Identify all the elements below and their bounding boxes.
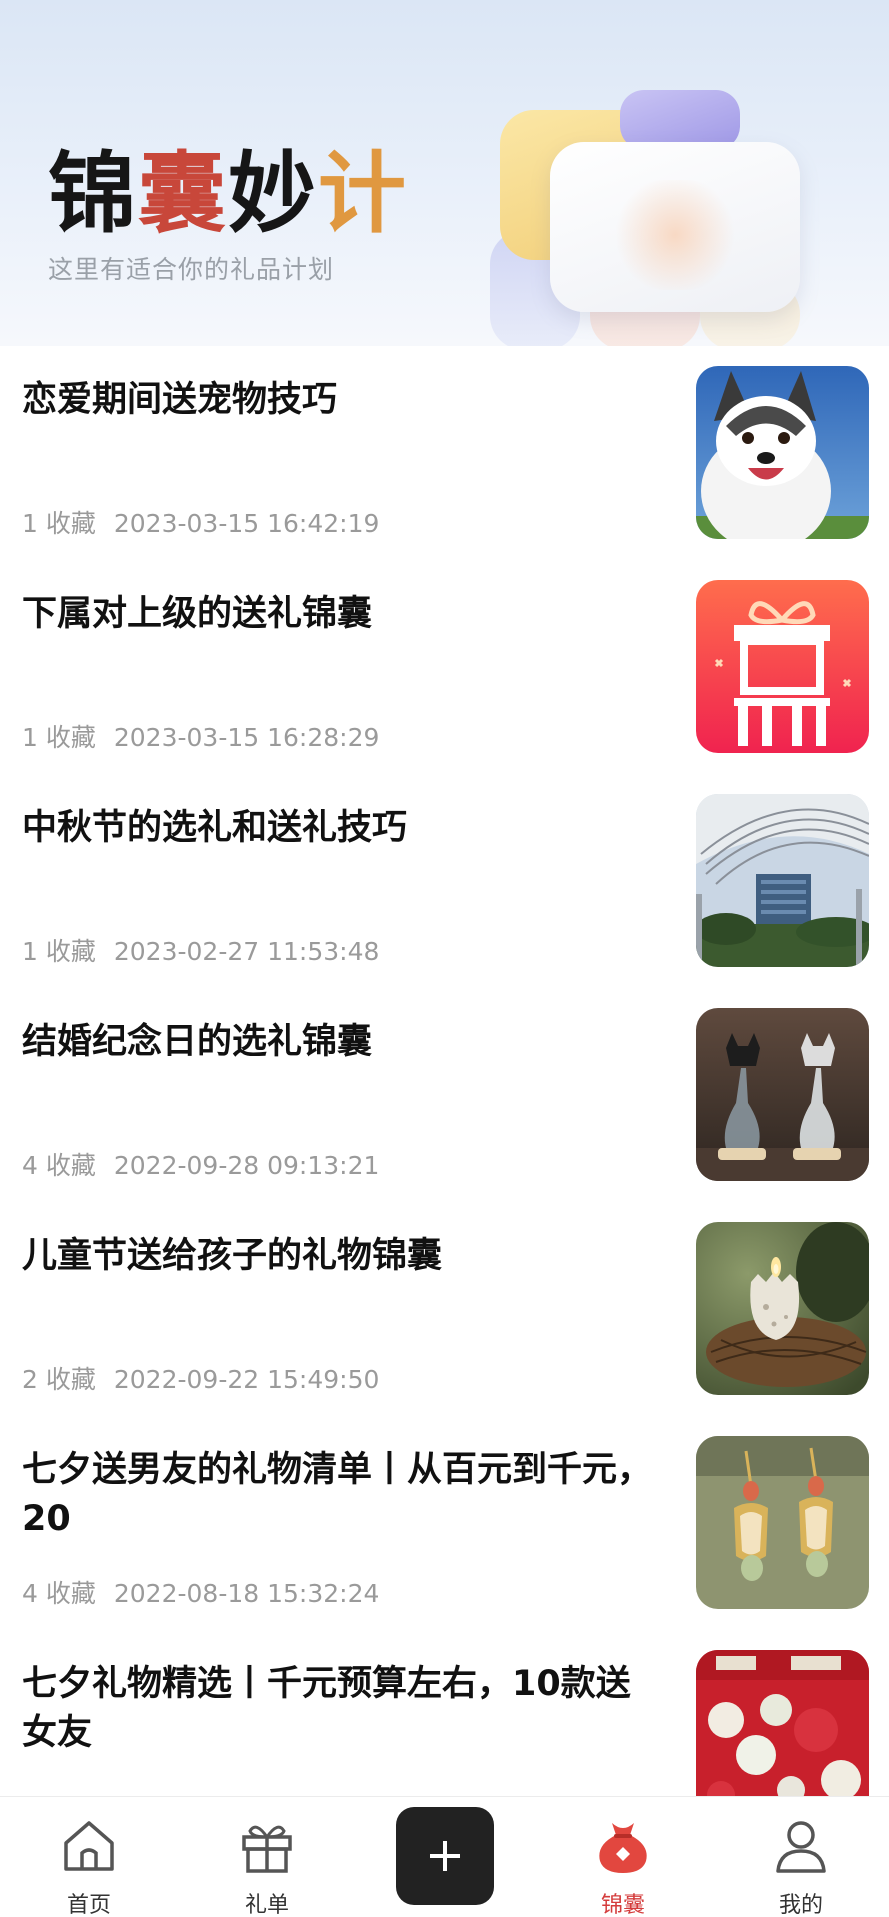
item-time: 2023-03-15 16:28:29: [113, 723, 380, 752]
item-title: 七夕送男友的礼物清单丨从百元到千元，20: [22, 1450, 653, 1539]
item-time: 2022-08-18 15:32:24: [113, 1579, 380, 1608]
add-button[interactable]: [396, 1807, 494, 1905]
banner-cube-illustration: [490, 90, 820, 346]
item-meta: 4 收藏 2022-08-18 15:32:24: [22, 1574, 379, 1610]
list-item[interactable]: 七夕送男友的礼物清单丨从百元到千元，20 4 收藏 2022-08-18 15:3…: [0, 1416, 889, 1630]
tab-jinnang[interactable]: 锦囊: [563, 1815, 683, 1917]
item-meta: 1 收藏 2023-03-15 16:42:19: [22, 504, 379, 540]
item-favorites: 1 收藏: [22, 723, 96, 752]
red-gift-box-icon: [696, 580, 869, 753]
red-gift-packaging-image: [696, 1650, 869, 1796]
building-canopy-image: [696, 794, 869, 967]
banner-title-char-3: 妙: [228, 142, 319, 245]
list-item[interactable]: 下属对上级的送礼锦囊 1 收藏 2023-03-15 16:28:29: [0, 560, 889, 774]
item-time: 2023-02-27 11:53:48: [113, 937, 380, 966]
item-title: 恋爱期间送宠物技巧: [22, 380, 338, 420]
tab-jinnang-label: 锦囊: [600, 1893, 645, 1917]
item-thumbnail[interactable]: [696, 794, 869, 967]
item-meta: 2 收藏 2022-09-22 15:49:50: [22, 1360, 379, 1396]
item-thumbnail[interactable]: [696, 366, 869, 539]
item-title: 七夕礼物精选丨千元预算左右，10款送女友: [22, 1664, 631, 1753]
list-item[interactable]: 七夕礼物精选丨千元预算左右，10款送女友: [0, 1630, 889, 1796]
item-thumbnail[interactable]: [696, 1008, 869, 1181]
item-title: 下属对上级的送礼锦囊: [22, 594, 373, 634]
item-thumbnail[interactable]: [696, 580, 869, 753]
list-item[interactable]: 中秋节的选礼和送礼技巧 1 收藏 2023-02-27 11:53:48: [0, 774, 889, 988]
money-bag-icon: [592, 1815, 654, 1877]
item-thumbnail[interactable]: [696, 1436, 869, 1609]
banner-subtitle: 这里有适合你的礼品计划: [48, 255, 335, 284]
gold-earrings-image: [696, 1436, 869, 1609]
list-item[interactable]: 儿童节送给孩子的礼物锦囊 2 收藏 2022-09-22 15:49:50: [0, 1202, 889, 1416]
banner-title: 锦囊妙计: [48, 150, 408, 238]
user-icon: [770, 1815, 832, 1877]
egg-candle-nest-image: [696, 1222, 869, 1395]
cat-hourglass-image: [696, 1008, 869, 1181]
item-meta: 1 收藏 2023-03-15 16:28:29: [22, 718, 379, 754]
item-meta: [22, 1788, 40, 1796]
item-meta: 1 收藏 2023-02-27 11:53:48: [22, 932, 379, 968]
header-banner: 锦囊妙计 这里有适合你的礼品计划: [0, 0, 889, 346]
article-list[interactable]: 恋爱期间送宠物技巧 1 收藏 2023-03-15 16:42:19 下属对上级…: [0, 346, 889, 1796]
banner-title-char-2: 囊: [138, 142, 229, 245]
item-thumbnail[interactable]: [696, 1222, 869, 1395]
item-meta: 4 收藏 2022-09-28 09:13:21: [22, 1146, 379, 1182]
tab-gift-list-label: 礼单: [244, 1893, 289, 1917]
gift-icon: [236, 1815, 298, 1877]
banner-title-char-1: 锦: [48, 142, 139, 245]
tab-home-label: 首页: [66, 1893, 111, 1917]
item-time: 2023-03-15 16:42:19: [113, 509, 380, 538]
item-favorites: 2 收藏: [22, 1365, 96, 1394]
tab-me[interactable]: 我的: [741, 1815, 861, 1917]
item-favorites: 1 收藏: [22, 937, 96, 966]
item-favorites: 4 收藏: [22, 1151, 96, 1180]
home-icon: [58, 1815, 120, 1877]
item-title: 儿童节送给孩子的礼物锦囊: [22, 1236, 443, 1276]
item-favorites: 1 收藏: [22, 509, 96, 538]
list-item[interactable]: 结婚纪念日的选礼锦囊 4 收藏 2022-09-28 09:13:21: [0, 988, 889, 1202]
item-thumbnail[interactable]: [696, 1650, 869, 1796]
item-favorites: 4 收藏: [22, 1579, 96, 1608]
item-time: 2022-09-22 15:49:50: [113, 1365, 380, 1394]
husky-puppy-image: [696, 366, 869, 539]
list-item[interactable]: 恋爱期间送宠物技巧 1 收藏 2023-03-15 16:42:19: [0, 346, 889, 560]
item-title: 结婚纪念日的选礼锦囊: [22, 1022, 373, 1062]
tab-me-label: 我的: [778, 1893, 823, 1917]
tab-gift-list[interactable]: 礼单: [207, 1815, 327, 1917]
tab-home[interactable]: 首页: [29, 1815, 149, 1917]
item-title: 中秋节的选礼和送礼技巧: [22, 808, 408, 848]
item-time: 2022-09-28 09:13:21: [113, 1151, 380, 1180]
bottom-tab-bar: 首页 礼单 锦囊 我的: [0, 1796, 889, 1917]
banner-title-char-4: 计: [318, 142, 409, 245]
